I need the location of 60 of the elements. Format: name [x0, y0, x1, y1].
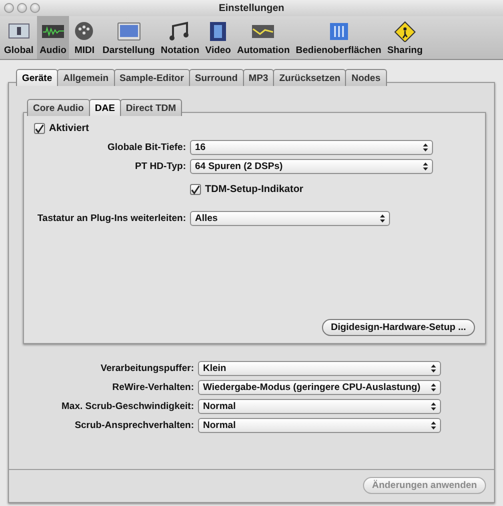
field-label: ReWire-Verhalten: — [111, 382, 194, 393]
monitor-icon — [116, 20, 141, 42]
zoom-button[interactable] — [30, 3, 40, 13]
stepper-icon — [423, 162, 428, 171]
toolbar-item[interactable]: Bedienoberflächen — [292, 16, 384, 59]
toolbar-label: Video — [205, 45, 231, 56]
popup-menu[interactable]: 16 — [190, 140, 433, 155]
stepper-icon — [431, 364, 436, 373]
road-sign-icon — [392, 20, 417, 42]
close-button[interactable] — [4, 3, 14, 13]
tab[interactable]: Nodes — [345, 69, 387, 86]
toolbar-label: Audio — [40, 45, 66, 56]
field-label: PT HD-Typ: — [134, 161, 186, 172]
field-label: Scrub-Ansprechverhalten: — [74, 420, 194, 431]
field-label: Globale Bit-Tiefe: — [106, 142, 186, 153]
checkbox-label: Aktiviert — [49, 123, 90, 134]
toolbar-item[interactable]: Sharing — [384, 16, 426, 59]
popup-menu[interactable]: Wiedergabe-Modus (geringere CPU-Auslastung) — [198, 380, 441, 395]
popup-menu[interactable]: Klein — [198, 361, 441, 376]
toolbar-item[interactable]: Audio — [36, 16, 70, 59]
toolbar-label: MIDI — [74, 45, 95, 56]
popup-menu[interactable]: Alles — [190, 211, 390, 226]
minimize-button[interactable] — [17, 3, 27, 13]
stepper-icon — [431, 421, 436, 430]
tab[interactable]: Zurücksetzen — [273, 69, 346, 86]
toolbar-item[interactable]: Video — [202, 16, 234, 59]
toolbar-item[interactable]: Notation — [158, 16, 202, 59]
tab[interactable]: MP3 — [242, 69, 274, 86]
tab[interactable]: Direct TDM — [120, 99, 182, 116]
tab[interactable]: Core Audio — [27, 99, 90, 116]
tab[interactable]: Surround — [188, 69, 244, 86]
toolbar-label: Global — [4, 45, 34, 56]
toolbar-item[interactable]: Global — [1, 16, 37, 59]
tab[interactable]: Allgemein — [57, 69, 115, 86]
toolbar-item[interactable]: MIDI — [69, 16, 100, 59]
stepper-icon — [380, 214, 385, 223]
toolbar-label: Sharing — [387, 45, 423, 56]
stepper-icon — [423, 143, 428, 152]
stepper-icon — [431, 383, 436, 392]
stepper-icon — [431, 402, 436, 411]
field-label: Max. Scrub-Geschwindigkeit: — [60, 401, 194, 412]
field-label: Tastatur an Plug-Ins weiterleiten: — [36, 213, 186, 224]
checkbox[interactable] — [190, 184, 201, 195]
toolbar-label: Darstellung — [102, 45, 155, 56]
checkbox-label: TDM-Setup-Indikator — [205, 184, 304, 195]
tab[interactable]: DAE — [88, 99, 121, 116]
tab[interactable]: Geräte — [16, 69, 58, 86]
toolbar-label: Notation — [160, 45, 200, 56]
popup-menu[interactable]: Normal — [198, 399, 441, 414]
toolbar-item[interactable]: Darstellung — [99, 16, 158, 59]
field-label: Verarbeitungspuffer: — [100, 363, 194, 374]
toolbar-label: Automation — [236, 45, 290, 56]
checkbox[interactable] — [34, 123, 45, 134]
toolbar-label: Bedienoberflächen — [296, 45, 382, 56]
popup-menu[interactable]: 64 Spuren (2 DSPs) — [190, 159, 433, 174]
tab[interactable]: Sample-Editor — [114, 69, 190, 86]
popup-menu[interactable]: Normal — [198, 418, 441, 433]
window-title: Einstellungen — [218, 2, 284, 14]
hardware-setup-button[interactable]: Digidesign-Hardware-Setup ... — [322, 319, 475, 336]
toolbar-item[interactable]: Automation — [234, 16, 293, 59]
